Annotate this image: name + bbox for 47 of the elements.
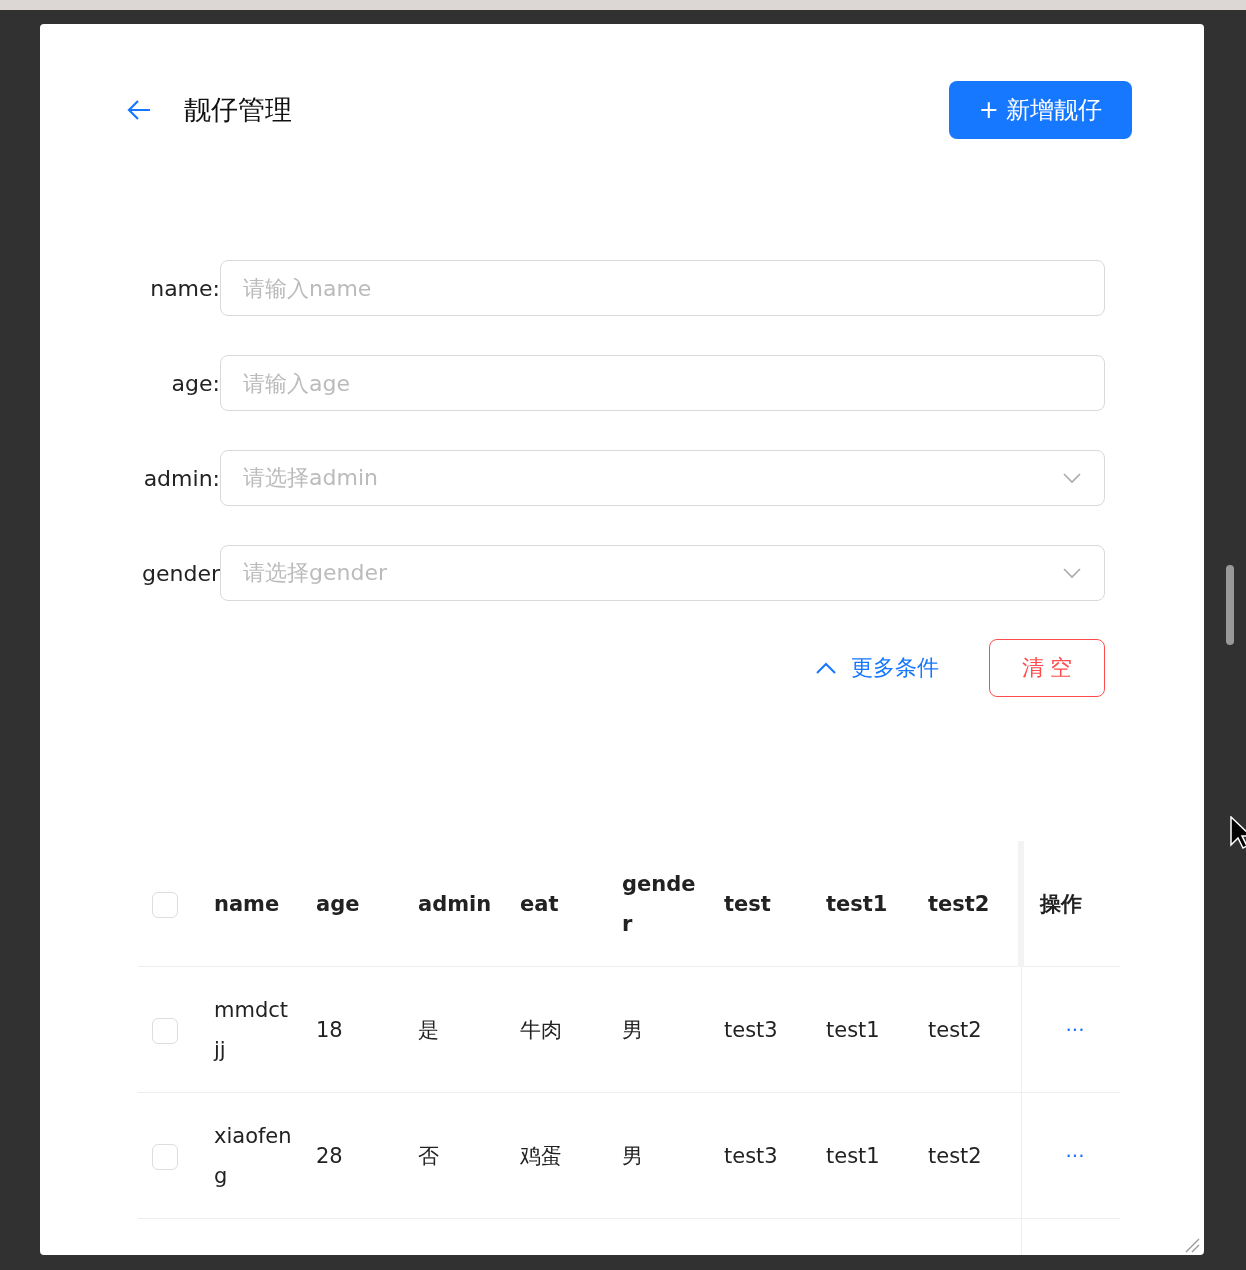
more-actions-link[interactable]: ··· [1065,1017,1085,1042]
table-cell: 男 [622,1017,643,1042]
back-arrow-icon[interactable] [126,99,152,121]
input-field[interactable]: 请输入name [220,260,1105,316]
table-cell: test3 [724,1143,778,1168]
table-cell: 是 [418,1017,439,1042]
clear-button[interactable]: 清 空 [989,639,1105,697]
table-cell: test3 [724,1017,778,1042]
column-header: age [316,891,360,916]
select-all-checkbox[interactable] [152,891,178,918]
table-cell: 18 [316,1017,343,1042]
table-cell: 鸡蛋 [520,1143,562,1168]
chevron-down-icon [1062,567,1082,579]
page-title: 靓仔管理 [184,93,292,127]
column-header: admin [418,891,492,916]
table-cell: mmdctjj [214,997,289,1062]
scrollbar-thumb[interactable] [1226,565,1234,645]
table-cell: xiaofeng [214,1123,292,1188]
column-header: gender [622,871,696,936]
field-label: age: [170,370,220,396]
table-cell: 牛肉 [520,1017,562,1042]
caret-icon [815,661,837,675]
add-button[interactable]: + 新增靓仔 [949,81,1132,139]
table-cell: 28 [316,1143,343,1168]
more-conditions-toggle[interactable]: 更多条件 [809,652,945,684]
table-cell: test1 [826,1143,880,1168]
table-cell: test1 [826,1017,880,1042]
column-header: test2 [928,891,990,916]
column-header: name [214,891,280,916]
chevron-down-icon [1062,472,1082,484]
mouse-pointer-icon [1230,816,1246,850]
table-cell: test2 [928,1017,982,1042]
row-checkbox[interactable] [152,1143,178,1170]
column-header: 操作 [1040,891,1082,916]
field-label: admin: [142,465,220,491]
field-label: gender [141,560,220,586]
column-header: test [724,891,771,916]
table-cell: test2 [928,1143,982,1168]
resize-grip-icon[interactable] [1184,1237,1200,1253]
column-header: test1 [826,891,888,916]
table-cell: 否 [418,1143,439,1168]
column-header: eat [520,891,559,916]
table-cell: 男 [622,1143,643,1168]
input-field[interactable]: 请输入age [220,355,1105,411]
row-checkbox[interactable] [152,1017,178,1044]
more-actions-link[interactable]: ··· [1065,1143,1085,1168]
field-label: name: [149,275,220,301]
